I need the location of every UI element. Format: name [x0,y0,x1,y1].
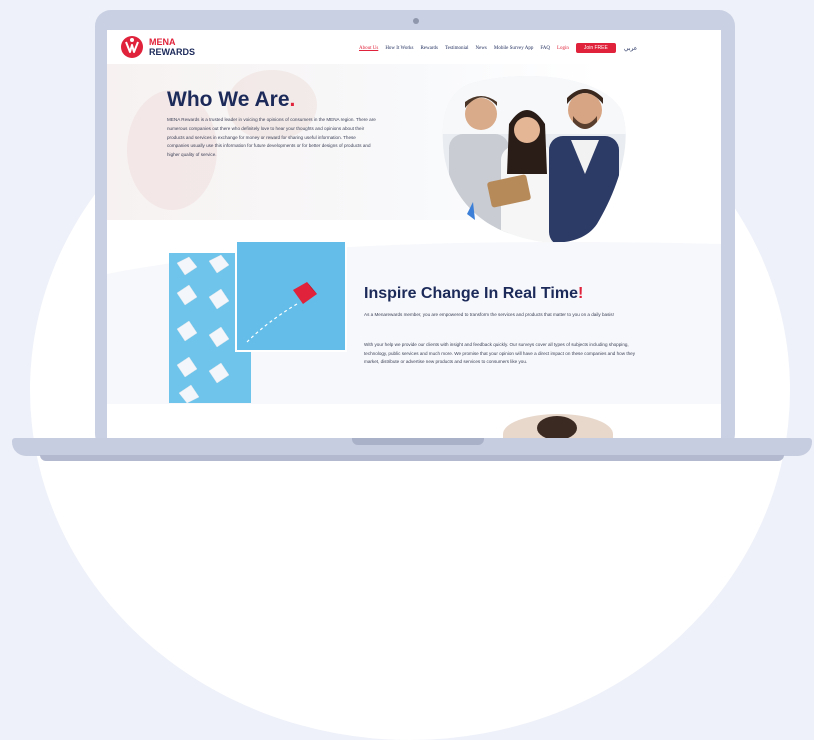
hero-paragraph: MENA Rewards is a trusted leader in voic… [167,117,376,158]
team-photo [442,76,626,243]
nav-item-testimonial[interactable]: Testimonial [445,46,469,51]
hero-title: Who We Are. [167,88,295,112]
main-menu: About Us How It Works Rewards Testimonia… [359,43,637,53]
logo-text-line1: MENA [149,37,176,47]
inspire-detail-paragraph: With your help we provide our clients wi… [364,342,636,365]
language-switch[interactable]: عربي [624,45,638,52]
nav-item-how-it-works[interactable]: How It Works [385,46,413,51]
nav-item-news[interactable]: News [475,46,486,51]
inspire-title: Inspire Change In Real Time! [364,285,583,303]
nav-item-mobile-survey-app[interactable]: Mobile Survey App [494,46,533,51]
camera-icon [413,18,419,24]
inspire-title-mark: ! [577,285,584,302]
laptop-screen: MENA REWARDS About Us How It Works Rewar… [107,30,721,440]
logo-text-line2: REWARDS [149,47,196,57]
join-free-button[interactable]: Join FREE [575,43,616,53]
top-navigation: MENA REWARDS About Us How It Works Rewar… [107,30,721,64]
laptop-base-shadow [40,455,784,461]
nav-item-login[interactable]: Login [557,46,569,51]
nav-item-about-us[interactable]: About Us [359,46,378,51]
hero-title-text: Who We Are [167,88,290,111]
nav-item-faq[interactable]: FAQ [540,46,550,51]
nav-item-rewards[interactable]: Rewards [420,46,438,51]
logo-mark-icon [121,36,143,58]
logo-text: MENA REWARDS [149,37,195,57]
brand-logo[interactable]: MENA REWARDS [119,34,195,60]
red-paper-boat-illustration [246,282,317,343]
inspire-title-text: Inspire Change In Real Time [364,285,578,302]
inspire-intro-paragraph: As a Menarewards member, you are empower… [364,312,614,317]
next-section-photo-hair [537,416,577,440]
hero-title-dot: . [289,88,296,111]
red-boat-inset [235,240,347,352]
laptop-notch [352,438,484,445]
